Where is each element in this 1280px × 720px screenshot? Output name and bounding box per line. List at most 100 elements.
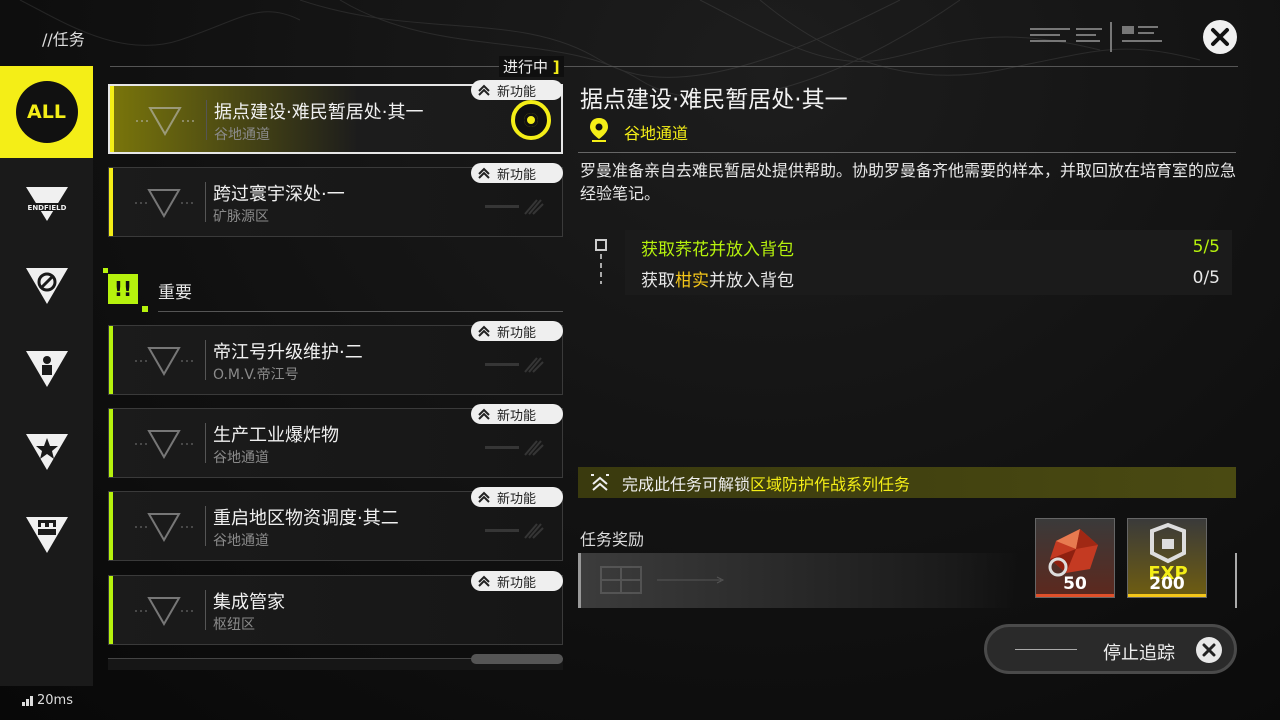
new-feature-badge: 新功能 <box>471 571 563 591</box>
category-character[interactable] <box>0 322 93 414</box>
ping-value: 20ms <box>37 693 73 708</box>
in-progress-header: 进行中 ] <box>499 56 564 77</box>
chevron-up-icon <box>478 575 490 587</box>
watermark-icon <box>485 523 544 539</box>
new-feature-badge: 新功能 <box>471 80 563 100</box>
tracking-target-icon[interactable] <box>511 100 551 140</box>
unlock-notice: 完成此任务可解锁区域防护作战系列任务 <box>578 467 1236 498</box>
quest-title: 跨过寰宇深处·一 <box>213 184 345 205</box>
reward-item-crystal[interactable]: 50 <box>1035 518 1115 598</box>
reward-item-exp[interactable]: EXP 200 <box>1127 518 1207 598</box>
new-feature-label: 新功能 <box>497 491 537 507</box>
new-feature-badge: 新功能 <box>471 163 563 183</box>
bracket-decoration: ] <box>552 58 560 76</box>
rarity-bar <box>1036 594 1114 597</box>
new-feature-label: 新功能 <box>497 325 537 341</box>
quest-type-icon <box>136 107 194 137</box>
unlock-text: 完成此任务可解锁区域防护作战系列任务 <box>622 471 910 495</box>
reward-quantity: 200 <box>1149 574 1185 594</box>
objective-list: 获取荞花并放入背包 5/5 获取柑实并放入背包 0/5 <box>625 230 1232 295</box>
reward-quantity: 50 <box>1063 574 1087 594</box>
new-feature-label: 新功能 <box>497 167 537 183</box>
quest-title: 据点建设·难民暂居处·其一 <box>214 102 424 123</box>
card-accent <box>109 326 113 394</box>
star-icon <box>25 434 68 470</box>
all-icon: ALL <box>15 81 78 143</box>
crate-icon <box>600 566 725 594</box>
card-separator <box>205 340 206 380</box>
rewards-label: 任务奖励 <box>580 530 645 549</box>
quest-location: 谷地通道 <box>213 533 269 549</box>
card-accent <box>109 168 113 236</box>
quest-type-icon <box>135 513 193 543</box>
category-all[interactable]: ALL <box>0 66 93 158</box>
objective-item: 获取柑实并放入背包 0/5 <box>641 263 1220 293</box>
quest-title: 生产工业爆炸物 <box>213 425 339 446</box>
quest-title: 重启地区物资调度·其二 <box>213 508 399 529</box>
chevron-up-icon <box>478 325 490 337</box>
quest-location: O.M.V.帝江号 <box>213 367 299 383</box>
card-accent <box>109 492 113 560</box>
section-divider <box>158 311 563 312</box>
unlock-chevron-icon <box>591 473 609 491</box>
objective-item-complete: 获取荞花并放入背包 5/5 <box>641 232 1220 262</box>
objective-item-name: 柑实 <box>675 270 709 291</box>
tracking-target-dot <box>524 113 538 127</box>
quest-title: 帝江号升级维护·二 <box>213 342 363 363</box>
network-ping: 20ms <box>22 693 73 708</box>
new-feature-label: 新功能 <box>497 575 537 591</box>
close-button[interactable] <box>1203 20 1237 54</box>
objective-text-suffix: 并放入背包 <box>709 270 794 291</box>
castle-icon <box>25 517 68 553</box>
new-feature-label: 新功能 <box>497 408 537 424</box>
quest-type-icon <box>135 347 193 377</box>
quest-detail-location[interactable]: 谷地通道 <box>624 120 688 144</box>
stop-tracking-label: 停止追踪 <box>1103 643 1175 664</box>
category-endfield[interactable]: ENDFIELD <box>0 158 93 250</box>
quest-type-icon <box>135 430 193 460</box>
quest-location: 谷地通道 <box>214 127 270 143</box>
card-separator <box>205 423 206 463</box>
objective-progress: 0/5 <box>1192 268 1220 288</box>
chevron-up-icon <box>478 84 490 96</box>
stop-tracking-button[interactable]: 停止追踪 <box>984 624 1237 674</box>
chevron-up-icon <box>478 167 490 179</box>
quest-detail-title: 据点建设·难民暂居处·其一 <box>580 87 848 113</box>
close-icon <box>1196 637 1222 663</box>
card-accent <box>109 409 113 477</box>
new-feature-label: 新功能 <box>497 84 537 100</box>
quest-location: 谷地通道 <box>213 450 269 466</box>
location-pin-icon <box>590 118 608 142</box>
reward-track-end <box>1235 553 1237 608</box>
quest-type-icon <box>135 189 193 219</box>
hud-decoration <box>1030 22 1162 52</box>
objective-progress-rail <box>595 239 607 284</box>
important-icon: !! <box>108 274 138 304</box>
card-separator <box>205 590 206 630</box>
chevron-up-icon <box>478 491 490 503</box>
signal-icon <box>22 695 33 706</box>
category-base[interactable] <box>0 488 93 580</box>
close-icon <box>1211 28 1229 46</box>
reward-track <box>578 553 1018 608</box>
new-feature-badge: 新功能 <box>471 321 563 341</box>
new-feature-badge: 新功能 <box>471 404 563 424</box>
category-rail: ALL ENDFIELD <box>0 66 93 686</box>
endfield-logo-label: ENDFIELD <box>27 204 66 212</box>
objective-text: 获取柑实并放入背包 <box>641 266 794 291</box>
category-restricted[interactable] <box>0 239 93 331</box>
section-decoration <box>142 306 148 312</box>
quest-location: 矿脉源区 <box>213 209 269 225</box>
quest-title: 集成管家 <box>213 592 285 613</box>
in-progress-label: 进行中 <box>503 58 549 76</box>
section-decoration <box>103 268 108 273</box>
quest-description: 罗曼准备亲自去难民暂居处提供帮助。协助罗曼备齐他需要的样本，并取回放在培育室的应… <box>580 161 1237 203</box>
quest-type-icon <box>135 597 193 627</box>
button-decoration <box>1015 649 1077 650</box>
objective-text-prefix: 获取 <box>641 270 675 291</box>
new-feature-badge-partial <box>471 654 563 664</box>
card-separator <box>205 506 206 546</box>
card-accent <box>110 86 114 152</box>
category-favorite[interactable] <box>0 405 93 497</box>
objective-progress: 5/5 <box>1192 237 1220 257</box>
